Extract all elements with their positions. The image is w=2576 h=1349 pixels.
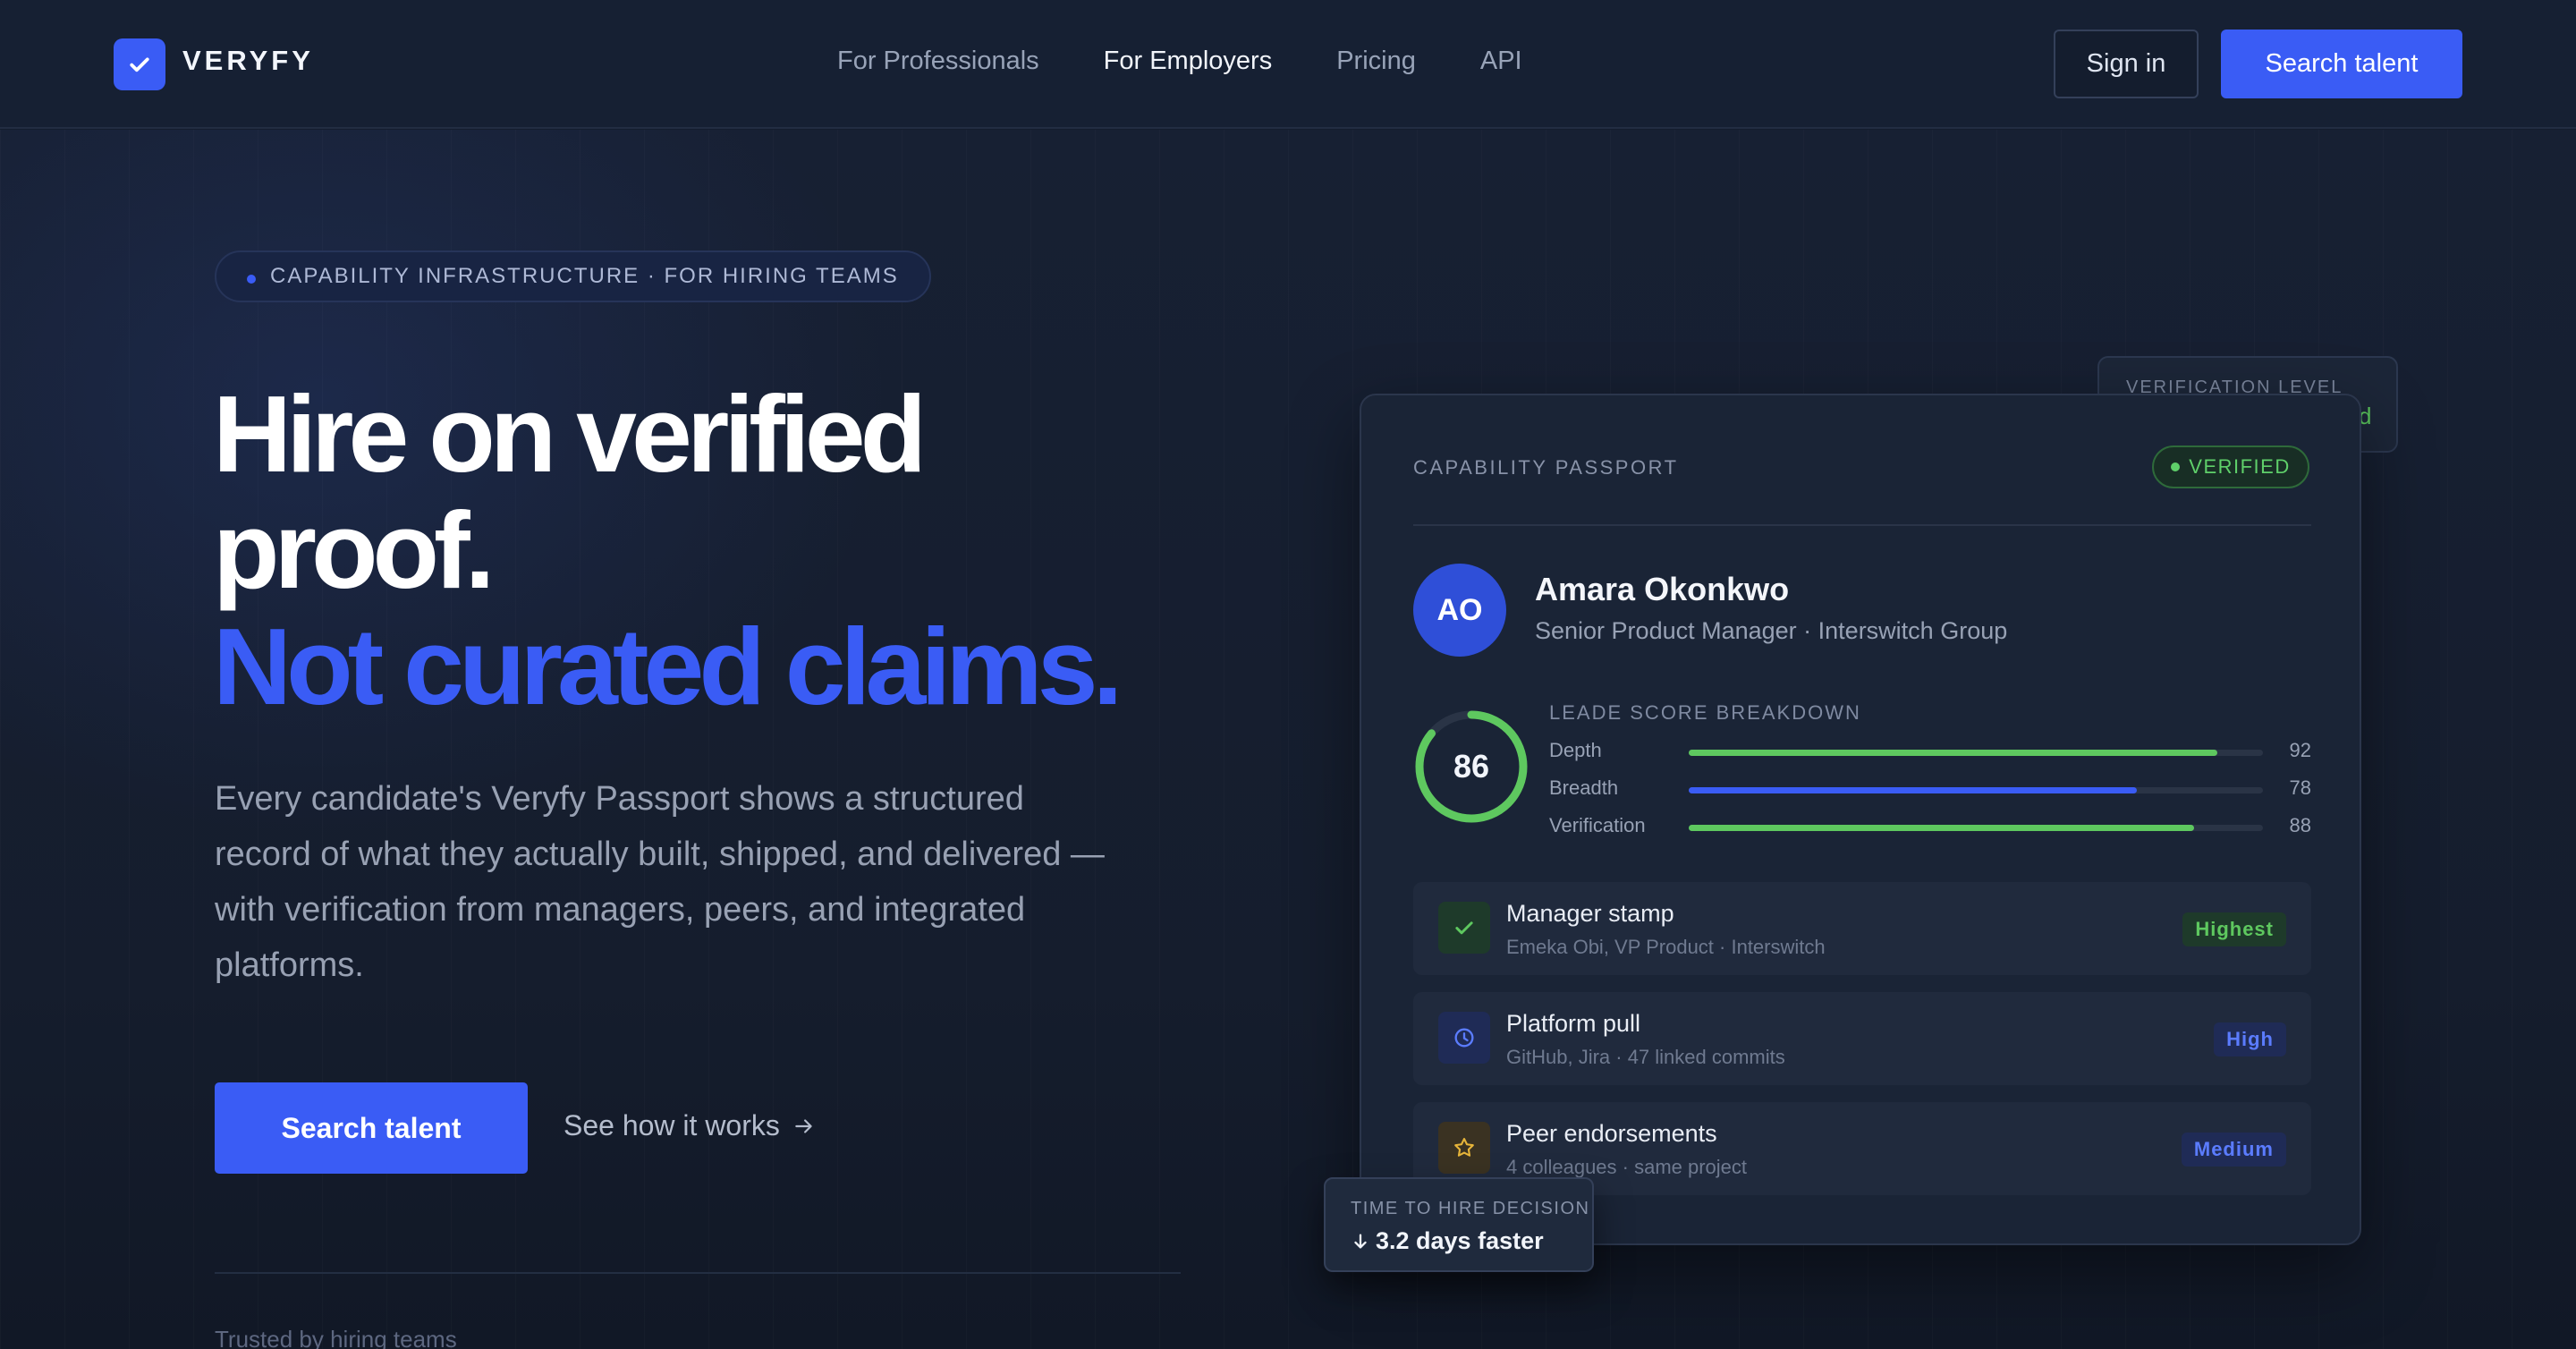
search-talent-hero-button[interactable]: Search talent [215,1082,528,1174]
score-bar-breadth: Breadth 78 [1549,776,2311,803]
nav-link-for-employers[interactable]: For Employers [1104,47,1273,76]
headline-line-2: proof. [213,489,496,611]
score-bar-depth: Depth 92 [1549,739,2311,766]
hero-divider [215,1272,1181,1274]
headline-accent: Not curated claims. [213,606,1123,727]
bar-track [1689,787,2263,793]
avatar: AO [1413,564,1506,657]
hero-eyebrow-badge: CAPABILITY INFRASTRUCTURE · FOR HIRING T… [215,250,931,302]
bar-fill [1689,750,2217,756]
nav-link-pricing[interactable]: Pricing [1336,47,1416,76]
evidence-platform-pull[interactable]: Platform pull GitHub, Jira · 47 linked c… [1413,992,2311,1085]
evidence-subtitle: 4 colleagues · same project [1506,1156,1748,1178]
score-bar-verification: Verification 88 [1549,814,2311,841]
eyebrow-dot [247,275,256,284]
search-talent-nav-button[interactable]: Search talent [2221,30,2462,98]
logo-icon[interactable] [114,38,165,90]
bar-name: Breadth [1549,776,1619,799]
nav-link-for-professionals[interactable]: For Professionals [837,47,1039,76]
bar-value: 92 [2289,739,2311,761]
passport-label: CAPABILITY PASSPORT [1413,456,1679,479]
bar-track [1689,825,2263,831]
score-value: 86 [1453,748,1490,785]
time-to-hire-value: 3.2 days faster [1376,1227,1544,1254]
sign-in-button[interactable]: Sign in [2054,30,2199,98]
evidence-strength-badge: Medium [2181,1133,2286,1167]
verified-text: VERIFIED [2189,455,2291,478]
evidence-manager-stamp[interactable]: Manager stamp Emeka Obi, VP Product · In… [1413,882,2311,975]
bar-fill [1689,825,2194,831]
candidate-role: Senior Product Manager · Interswitch Gro… [1535,617,2008,644]
nav-link-api[interactable]: API [1480,47,1522,76]
candidate-name: Amara Okonkwo [1535,571,1790,607]
time-to-hire-value-row: 3.2 days faster [1351,1227,1544,1255]
check-icon [1438,902,1490,954]
evidence-strength-badge: High [2214,1022,2286,1056]
evidence-subtitle: Emeka Obi, VP Product · Interswitch [1506,936,1826,958]
bar-track [1689,750,2263,756]
bar-name: Verification [1549,814,1646,836]
hero-lead-text: Every candidate's Veryfy Passport shows … [215,780,1105,984]
clock-icon [1438,1012,1490,1064]
eyebrow-text: CAPABILITY INFRASTRUCTURE · FOR HIRING T… [270,264,899,288]
primary-nav: For Professionals For Employers Pricing … [837,47,1587,76]
card-divider [1413,524,2311,526]
brand-name[interactable]: VERYFY [182,45,314,77]
bar-value: 78 [2289,776,2311,799]
top-navbar: VERYFY For Professionals For Employers P… [0,0,2576,129]
evidence-strength-badge: Highest [2182,912,2286,946]
score-breakdown-label: LEADE SCORE BREAKDOWN [1549,701,1861,724]
time-to-hire-label: TIME TO HIRE DECISION [1351,1199,1590,1218]
bar-name: Depth [1549,739,1602,761]
arrow-down-icon [1354,1234,1367,1249]
capability-passport-card: CAPABILITY PASSPORT VERIFIED AO Amara Ok… [1360,394,2361,1245]
time-to-hire-card: TIME TO HIRE DECISION 3.2 days faster [1324,1177,1594,1272]
evidence-title: Platform pull [1506,1010,1641,1037]
headline-line-1: Hire on verified [213,373,927,495]
see-how-label: See how it works [564,1109,780,1141]
star-icon [1438,1122,1490,1174]
see-how-it-works-link[interactable]: See how it works [564,1109,816,1142]
verified-status-badge: VERIFIED [2152,445,2309,488]
verified-dot [2171,462,2181,471]
trusted-by-label: Trusted by hiring teams [215,1326,457,1349]
evidence-title: Peer endorsements [1506,1120,1717,1147]
bar-fill [1689,787,2137,793]
arrow-right-icon [795,1118,812,1133]
evidence-subtitle: GitHub, Jira · 47 linked commits [1506,1046,1785,1068]
bar-value: 88 [2289,814,2311,836]
evidence-title: Manager stamp [1506,900,1674,927]
hero-headline: Hire on verified proof. Not curated clai… [213,373,1123,727]
